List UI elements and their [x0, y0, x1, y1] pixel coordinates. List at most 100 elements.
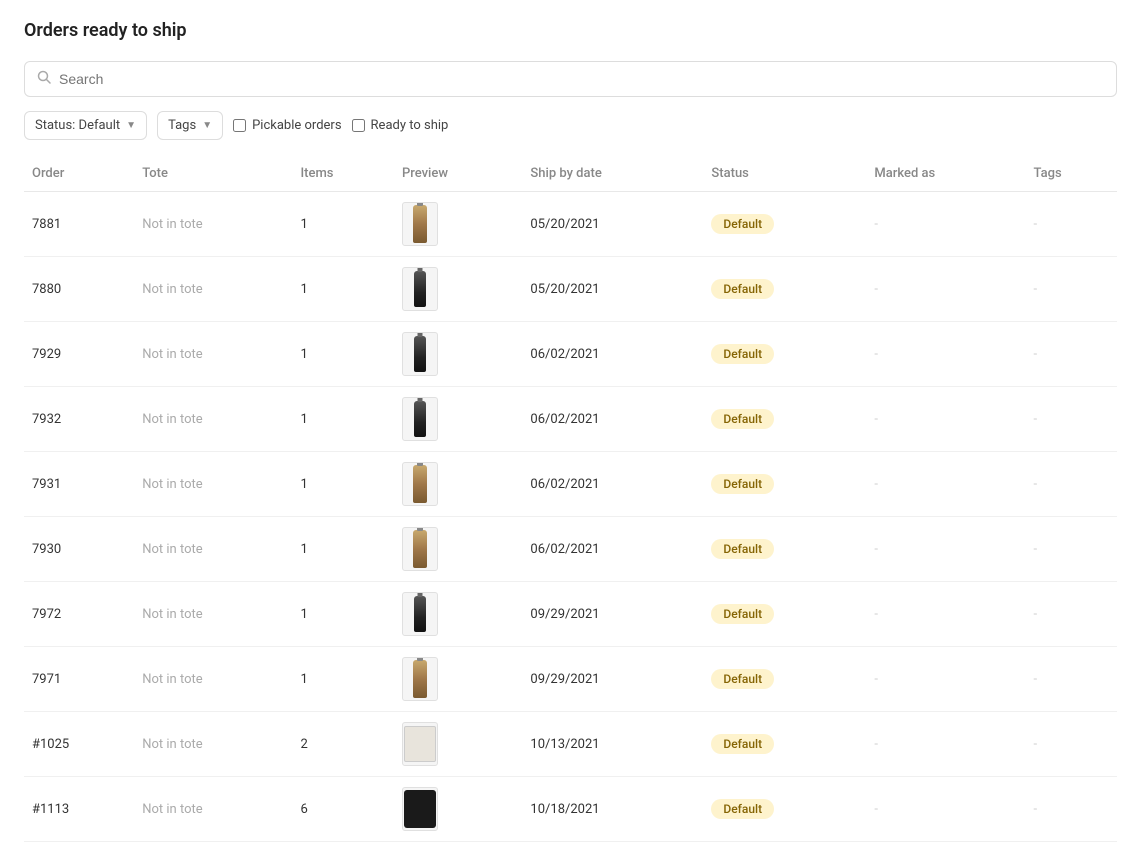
cell-order: #1025: [24, 712, 134, 777]
cell-marked-as: -: [866, 517, 1025, 582]
cell-ship-by: 06/02/2021: [522, 452, 703, 517]
cell-marked-as: -: [866, 322, 1025, 387]
status-badge: Default: [711, 734, 774, 754]
cell-tags: -: [1026, 192, 1118, 257]
table-row[interactable]: #1113 Not in tote 6 10/18/2021 Default -…: [24, 777, 1117, 842]
tags-filter-label: Tags: [168, 118, 196, 133]
cell-tote: Not in tote: [134, 517, 292, 582]
table-row[interactable]: 7932 Not in tote 1 06/02/2021 Default - …: [24, 387, 1117, 452]
product-preview-image: [402, 657, 438, 701]
product-preview-image: [402, 202, 438, 246]
cell-status: Default: [703, 582, 866, 647]
cell-tags: -: [1026, 777, 1118, 842]
tags-filter-dropdown[interactable]: Tags ▼: [157, 111, 223, 140]
cell-ship-by: 10/13/2021: [522, 712, 703, 777]
search-icon: [37, 70, 51, 88]
cell-tote: Not in tote: [134, 452, 292, 517]
cell-preview: [394, 387, 522, 452]
cell-tags: -: [1026, 452, 1118, 517]
cell-marked-as: -: [866, 452, 1025, 517]
cell-preview: [394, 647, 522, 712]
cell-ship-by: 06/02/2021: [522, 322, 703, 387]
cell-order: 7880: [24, 257, 134, 322]
table-body: 7881 Not in tote 1 05/20/2021 Default - …: [24, 192, 1117, 842]
pickable-orders-label: Pickable orders: [252, 118, 341, 133]
table-row[interactable]: 7971 Not in tote 1 09/29/2021 Default - …: [24, 647, 1117, 712]
cell-items: 1: [292, 647, 393, 712]
cell-items: 1: [292, 452, 393, 517]
cell-marked-as: -: [866, 647, 1025, 712]
pickable-orders-checkbox[interactable]: [233, 119, 246, 132]
status-badge: Default: [711, 409, 774, 429]
cell-items: 6: [292, 777, 393, 842]
cell-status: Default: [703, 647, 866, 712]
cell-marked-as: -: [866, 712, 1025, 777]
status-badge: Default: [711, 214, 774, 234]
cell-preview: [394, 582, 522, 647]
product-preview-image: [402, 332, 438, 376]
cell-tote: Not in tote: [134, 582, 292, 647]
cell-tags: -: [1026, 322, 1118, 387]
cell-marked-as: -: [866, 582, 1025, 647]
cell-status: Default: [703, 192, 866, 257]
cell-preview: [394, 777, 522, 842]
status-badge: Default: [711, 604, 774, 624]
cell-status: Default: [703, 712, 866, 777]
product-preview-image: [402, 462, 438, 506]
cell-ship-by: 05/20/2021: [522, 192, 703, 257]
table-row[interactable]: 7931 Not in tote 1 06/02/2021 Default - …: [24, 452, 1117, 517]
product-preview-image: [402, 787, 438, 831]
cell-tote: Not in tote: [134, 387, 292, 452]
cell-status: Default: [703, 452, 866, 517]
status-badge: Default: [711, 669, 774, 689]
page-title: Orders ready to ship: [24, 20, 1117, 41]
cell-items: 1: [292, 517, 393, 582]
cell-tags: -: [1026, 257, 1118, 322]
table-row[interactable]: 7929 Not in tote 1 06/02/2021 Default - …: [24, 322, 1117, 387]
cell-order: 7930: [24, 517, 134, 582]
cell-ship-by: 05/20/2021: [522, 257, 703, 322]
cell-ship-by: 09/29/2021: [522, 582, 703, 647]
ready-to-ship-filter[interactable]: Ready to ship: [352, 118, 449, 133]
ready-to-ship-checkbox[interactable]: [352, 119, 365, 132]
cell-marked-as: -: [866, 257, 1025, 322]
cell-preview: [394, 517, 522, 582]
page-container: Orders ready to ship Status: Default ▼ T…: [0, 0, 1141, 862]
filters-row: Status: Default ▼ Tags ▼ Pickable orders…: [24, 111, 1117, 140]
cell-status: Default: [703, 257, 866, 322]
col-tote: Tote: [134, 156, 292, 192]
cell-tote: Not in tote: [134, 192, 292, 257]
cell-marked-as: -: [866, 387, 1025, 452]
cell-tote: Not in tote: [134, 777, 292, 842]
col-ship-by: Ship by date: [522, 156, 703, 192]
cell-items: 1: [292, 192, 393, 257]
col-order: Order: [24, 156, 134, 192]
table-row[interactable]: 7972 Not in tote 1 09/29/2021 Default - …: [24, 582, 1117, 647]
ready-to-ship-label: Ready to ship: [371, 118, 449, 133]
col-marked-as: Marked as: [866, 156, 1025, 192]
table-row[interactable]: 7880 Not in tote 1 05/20/2021 Default - …: [24, 257, 1117, 322]
status-filter-dropdown[interactable]: Status: Default ▼: [24, 111, 147, 140]
product-preview-image: [402, 397, 438, 441]
status-chevron-icon: ▼: [126, 120, 136, 131]
product-preview-image: [402, 592, 438, 636]
cell-preview: [394, 257, 522, 322]
table-row[interactable]: 7930 Not in tote 1 06/02/2021 Default - …: [24, 517, 1117, 582]
cell-tote: Not in tote: [134, 257, 292, 322]
cell-preview: [394, 192, 522, 257]
search-input[interactable]: [59, 71, 1104, 87]
table-row[interactable]: 7881 Not in tote 1 05/20/2021 Default - …: [24, 192, 1117, 257]
status-badge: Default: [711, 344, 774, 364]
cell-order: #1113: [24, 777, 134, 842]
status-badge: Default: [711, 279, 774, 299]
pickable-orders-filter[interactable]: Pickable orders: [233, 118, 341, 133]
cell-marked-as: -: [866, 777, 1025, 842]
cell-order: 7972: [24, 582, 134, 647]
cell-items: 2: [292, 712, 393, 777]
cell-status: Default: [703, 322, 866, 387]
cell-order: 7881: [24, 192, 134, 257]
table-row[interactable]: #1025 Not in tote 2 10/13/2021 Default -…: [24, 712, 1117, 777]
cell-status: Default: [703, 517, 866, 582]
status-filter-label: Status: Default: [35, 118, 120, 133]
cell-items: 1: [292, 322, 393, 387]
